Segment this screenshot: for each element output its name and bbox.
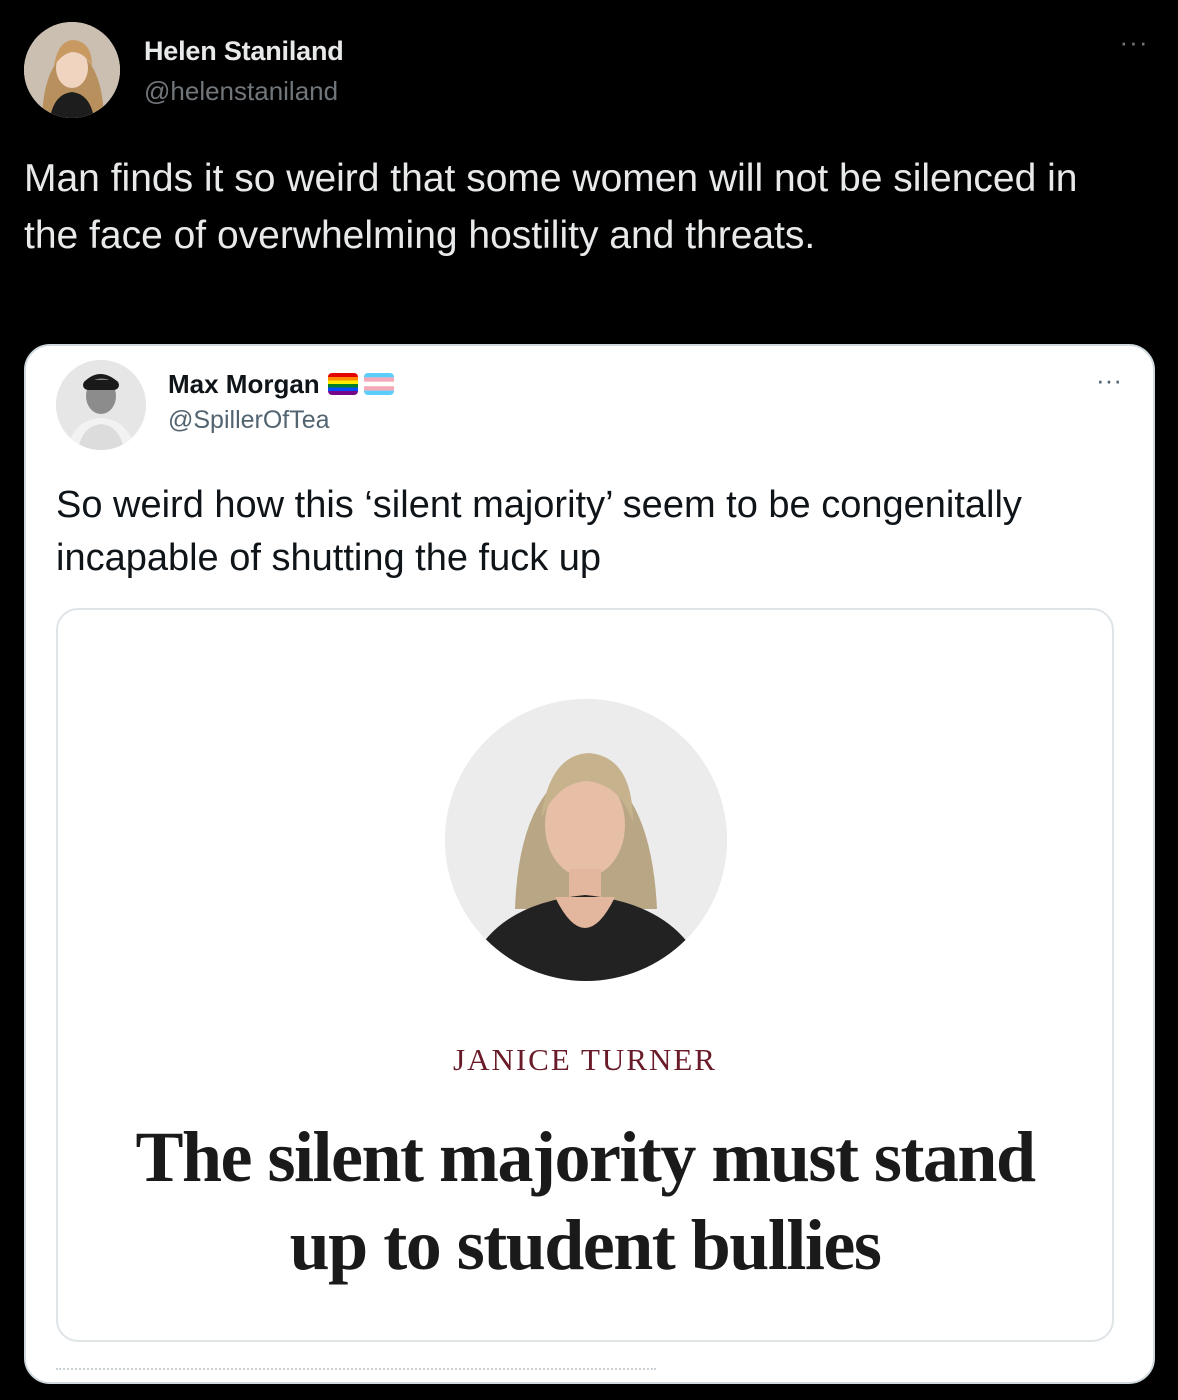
quoted-author-handle[interactable]: @SpillerOfTea bbox=[168, 406, 330, 435]
article-author: JANICE TURNER bbox=[453, 1042, 717, 1077]
tweet-text: Man finds it so weird that some women wi… bbox=[24, 157, 1078, 257]
tweet-page: Helen Staniland @helenstaniland ··· Man … bbox=[0, 0, 1178, 1400]
quoted-author-name[interactable]: Max Morgan bbox=[168, 369, 320, 400]
article-preview-card[interactable]: JANICE TURNER The silent majority must s… bbox=[56, 608, 1114, 1342]
more-options-icon[interactable]: ··· bbox=[1089, 367, 1129, 393]
outer-tweet-header: Helen Staniland @helenstaniland ··· bbox=[24, 22, 1154, 122]
author-name[interactable]: Helen Staniland bbox=[144, 36, 344, 67]
quoted-tweet-text: So weird how this ‘silent majority’ seem… bbox=[56, 484, 1022, 579]
avatar[interactable] bbox=[24, 22, 120, 118]
cropped-timestamp-divider bbox=[56, 1368, 656, 1382]
more-options-icon[interactable]: ··· bbox=[1114, 29, 1154, 55]
article-headline: The silent majority must stand up to stu… bbox=[135, 1117, 1036, 1285]
transgender-flag-icon bbox=[363, 373, 394, 395]
user-avatar-image bbox=[24, 22, 120, 118]
quoted-tweet-card[interactable]: Max Morgan @SpillerOfTea ··· So weird ho… bbox=[24, 344, 1155, 1384]
rainbow-pride-flag-icon bbox=[327, 373, 358, 395]
user-avatar-image bbox=[56, 360, 146, 450]
quoted-author-row: Max Morgan bbox=[168, 368, 400, 400]
avatar[interactable] bbox=[56, 360, 146, 450]
author-handle[interactable]: @helenstaniland bbox=[144, 76, 338, 107]
columnist-photo bbox=[445, 699, 727, 981]
